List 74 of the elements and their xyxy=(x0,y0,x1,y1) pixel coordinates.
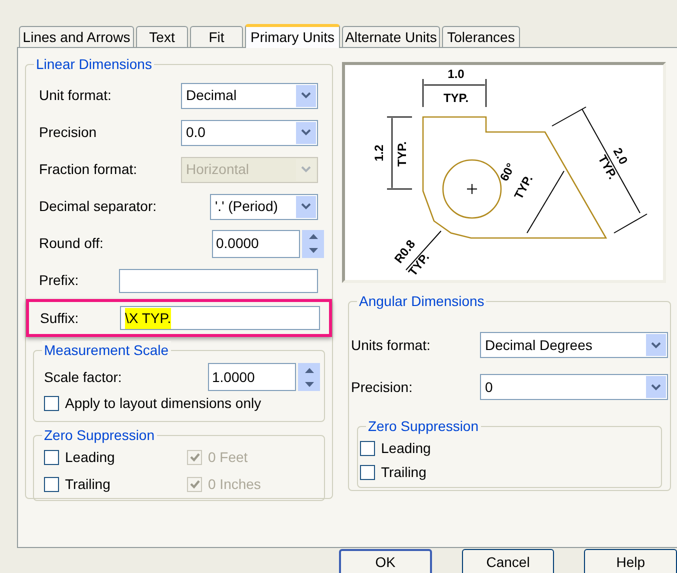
dialog-button[interactable]: Cancel xyxy=(462,549,554,573)
chevron-down-icon xyxy=(651,342,661,348)
dimension-label: TYP. xyxy=(443,91,469,105)
number-input[interactable]: 1.0000 xyxy=(208,363,296,391)
field-label: Round off: xyxy=(39,234,104,253)
dialog-button[interactable]: Help xyxy=(584,549,677,573)
checkbox[interactable] xyxy=(44,450,59,464)
tab[interactable]: Fit xyxy=(190,26,243,47)
dimension-label: TYP. xyxy=(395,141,409,167)
dropdown-arrow-button[interactable] xyxy=(296,196,316,218)
up-arrow-icon xyxy=(304,368,314,372)
checkbox-label: 0 Feet xyxy=(208,448,248,466)
chevron-down-icon xyxy=(301,203,311,210)
dropdown-value: 0.0 xyxy=(185,123,206,142)
chevron-down-icon xyxy=(301,92,311,99)
number-value: 0.0000 xyxy=(216,234,259,253)
checkbox[interactable] xyxy=(360,440,375,456)
dropdown-arrow-button[interactable] xyxy=(296,122,316,144)
dimension-label: 1.2 xyxy=(372,144,386,162)
down-arrow-icon xyxy=(308,248,318,253)
tab[interactable]: Text xyxy=(136,26,188,47)
dimension-label: 1.0 xyxy=(448,67,464,81)
dialog-button[interactable]: OK xyxy=(339,549,432,573)
checkbox[interactable] xyxy=(44,476,59,492)
dropdown[interactable]: '.' (Period) xyxy=(210,194,318,220)
checkbox-label: Apply to layout dimensions only xyxy=(65,394,262,413)
dimension-label: 2.0 xyxy=(610,145,631,167)
dropdown-value: 0 xyxy=(484,378,494,396)
chevron-down-icon xyxy=(301,129,311,136)
checkbox[interactable] xyxy=(44,396,59,410)
dropdown-value: Decimal Degrees xyxy=(484,336,594,355)
checkbox-label: Leading xyxy=(381,438,431,458)
text-input[interactable]: \X TYP. xyxy=(120,306,320,330)
field-label: Units format: xyxy=(351,336,430,354)
checkbox-label: Trailing xyxy=(381,462,426,482)
number-input[interactable]: 0.0000 xyxy=(212,230,300,258)
center-mark-icon xyxy=(466,184,478,194)
dropdown[interactable]: Decimal xyxy=(181,82,318,108)
input-value: \X TYP. xyxy=(125,308,172,328)
dropdown[interactable]: 0 xyxy=(480,374,668,400)
tab[interactable]: Alternate Units xyxy=(342,26,440,47)
down-arrow-icon xyxy=(304,382,314,386)
checkmark-icon xyxy=(190,480,200,488)
chevron-down-icon xyxy=(651,384,661,390)
dropdown-arrow-button[interactable] xyxy=(646,376,666,398)
field-label: Fraction format: xyxy=(39,160,138,179)
spin-buttons[interactable] xyxy=(298,363,320,391)
dropdown-arrow-button[interactable] xyxy=(646,334,666,356)
dropdown[interactable]: 0.0 xyxy=(181,120,318,146)
up-arrow-icon xyxy=(308,234,318,239)
dropdown-value: Decimal xyxy=(185,86,238,105)
field-label: Decimal separator: xyxy=(39,197,156,216)
checkmark-icon xyxy=(190,452,200,462)
tab[interactable]: Tolerances xyxy=(442,26,520,47)
tab[interactable]: Lines and Arrows xyxy=(19,26,134,47)
field-label: Precision: xyxy=(351,378,412,396)
field-label: Suffix: xyxy=(40,308,80,328)
dropdown-value: '.' (Period) xyxy=(214,197,279,216)
checkbox-label: Leading xyxy=(65,448,115,467)
tab[interactable]: Primary Units xyxy=(245,24,340,48)
dropdown[interactable]: Decimal Degrees xyxy=(480,332,668,358)
number-value: 1.0000 xyxy=(212,368,255,386)
checkbox-label: Trailing xyxy=(65,474,110,494)
field-label: Precision xyxy=(39,123,97,142)
field-label: Prefix: xyxy=(39,271,80,290)
text-input[interactable] xyxy=(118,268,318,292)
checkbox[interactable] xyxy=(360,464,375,480)
chevron-down-icon xyxy=(301,166,311,173)
field-label: Scale factor: xyxy=(44,368,122,386)
checkbox-label: 0 Inches xyxy=(208,474,261,494)
dropdown-arrow-button[interactable] xyxy=(296,84,316,106)
dropdown-value: Horizontal xyxy=(185,160,250,179)
field-label: Unit format: xyxy=(39,86,112,105)
spin-buttons[interactable] xyxy=(302,230,324,258)
